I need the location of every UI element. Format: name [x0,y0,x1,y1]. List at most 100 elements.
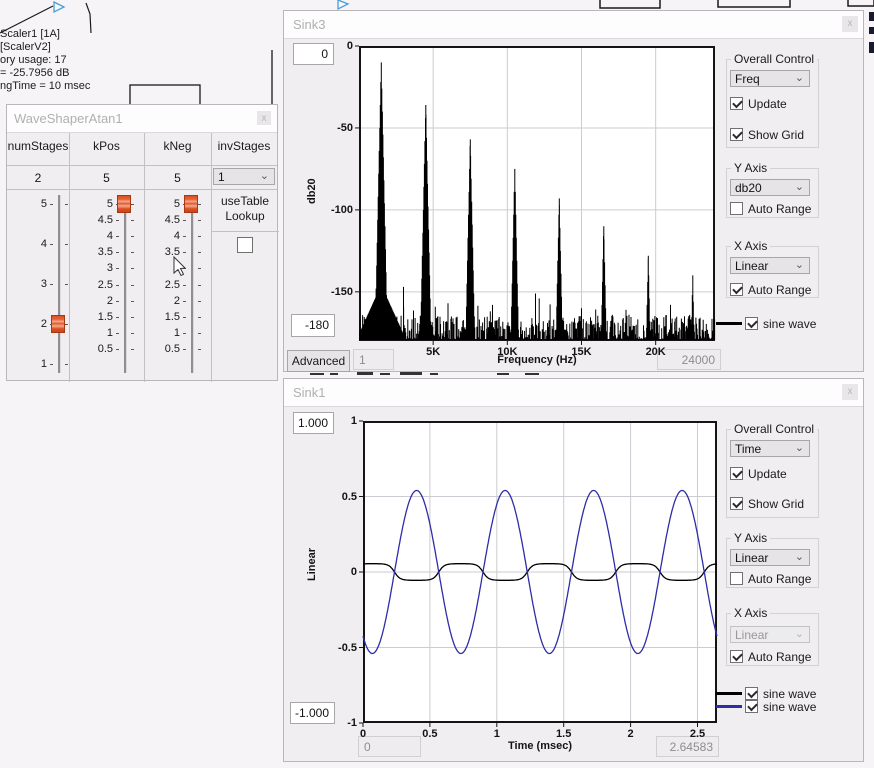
slider-tick-mark [183,285,186,286]
row-divider [7,165,277,166]
y-auto-range-checkbox[interactable] [730,202,743,215]
y-axis-group-label: Y Axis [731,161,770,175]
waveshaper-titlebar[interactable]: WaveShaperAtan1 x [7,105,277,133]
pin-arrow-icon [54,2,64,12]
slider-tick-label: 2 [17,318,47,330]
slider-tick-label: 1 [17,358,47,370]
slider-tick-mark [131,349,134,350]
slider-tick-label: 1 [83,327,113,339]
invstages-dropdown[interactable]: 1 ⌄ [213,168,275,185]
waveshaper-title: WaveShaperAtan1 [14,111,123,126]
slider-tick-mark [198,220,201,221]
y-auto-range-checkbox[interactable] [730,572,743,585]
slider-tick-label: 3 [83,262,113,274]
x-axis-value: Linear [735,628,768,642]
overall-control-group: Overall Control Time ⌄ Update Show Grid [726,429,819,518]
y-tick-label: 0.5 [319,491,357,503]
slider-tick-label: 0.5 [83,343,113,355]
overall-control-dropdown[interactable]: Freq ⌄ [730,70,810,87]
update-checkbox[interactable] [730,97,743,110]
show-grid-checkbox[interactable] [730,497,743,510]
row-divider [7,189,277,190]
slider-tick-mark [131,204,134,205]
x-auto-range-checkbox[interactable] [730,650,743,663]
slider-tick-mark [65,244,68,245]
module-info-text: = -25.7956 dB [0,67,69,79]
slider-tick-mark [65,324,68,325]
sink1-plot [363,421,717,723]
x-tick-label: 1 [473,728,521,740]
slider-tick-label: 2 [150,295,180,307]
update-checkbox[interactable] [730,467,743,480]
slider-tick-mark [131,236,134,237]
x-axis-group-label: X Axis [731,606,770,620]
y-axis-value: Linear [735,551,768,565]
sink1-titlebar[interactable]: Sink1 x [284,379,863,407]
legend-series-label: sine wave [763,687,816,701]
advanced-button[interactable]: Advanced [287,350,350,372]
x-auto-range-checkbox[interactable] [730,283,743,296]
slider-tick-mark [131,333,134,334]
slider-tick-mark [131,268,134,269]
kPos-slider-handle[interactable] [117,195,131,213]
slider-tick-mark [183,236,186,237]
slider-tick-mark [116,268,119,269]
sink3-title: Sink3 [293,17,326,32]
slider-tick-label: 3.5 [83,246,113,258]
overall-control-group: Overall Control Freq ⌄ Update Show Grid [726,59,819,148]
kNeg-slider-handle[interactable] [184,195,198,213]
show-grid-label: Show Grid [748,497,804,511]
close-icon[interactable]: x [257,111,271,125]
waveshaper-panel: WaveShaperAtan1 x numStages kPos kNeg in… [6,104,278,381]
chevron-down-icon: ⌄ [795,441,804,454]
slider-tick-label: 4 [83,230,113,242]
legend-series-checkbox[interactable] [745,687,758,700]
kpos-value: 5 [69,171,144,185]
y-axis-dropdown[interactable]: db20 ⌄ [730,179,810,196]
slider-tick-label: 4.5 [83,214,113,226]
x-axis-dropdown[interactable]: Linear ⌄ [730,257,810,274]
x-axis-dropdown[interactable]: Linear ⌄ [730,626,810,643]
x-tick-label: 2 [607,728,655,740]
legend-series-checkbox[interactable] [745,700,758,713]
use-table-lookup-checkbox[interactable] [237,237,253,253]
slider-tick-label: 1.5 [150,311,180,323]
slider-tick-mark [116,285,119,286]
x-tick-label: 0 [339,728,387,740]
legend-series-label: sine wave [763,700,816,714]
close-icon[interactable]: x [842,384,858,400]
column-header-numstages: numStages [7,139,69,153]
sink3-xmin-field[interactable]: 1 [353,349,394,370]
update-label: Update [748,97,787,111]
legend-series-checkbox[interactable] [745,317,758,330]
slider-tick-mark [183,301,186,302]
x-axis-group: X Axis Linear ⌄ Auto Range [726,246,819,298]
slider-tick-label: 1 [150,327,180,339]
numStages-slider-handle[interactable] [51,315,65,333]
slider-tick-label: 2.5 [83,279,113,291]
y-axis-value: db20 [735,181,762,195]
kPos-slider-track[interactable] [124,195,127,373]
y-axis-dropdown[interactable]: Linear ⌄ [730,549,810,566]
numStages-slider-track[interactable] [58,195,61,373]
chevron-down-icon: ⌄ [795,627,804,640]
close-icon[interactable]: x [842,16,858,32]
kNeg-slider-track[interactable] [191,195,194,373]
sink1-window: Sink1 x 1.000 -1.000 Linear 0 Time (msec… [283,378,864,762]
overall-control-dropdown[interactable]: Time ⌄ [730,440,810,457]
slider-tick-mark [50,284,53,285]
sink1-x-axis-label: Time (msec) [440,740,640,752]
y-tick-label: 0 [315,40,353,52]
show-grid-checkbox[interactable] [730,128,743,141]
sink3-ymin-field[interactable]: -180 [291,314,335,337]
slider-tick-mark [131,317,134,318]
legend-line-sample [716,692,742,695]
module-info-text: ngTime = 10 msec [0,80,90,92]
y-tick-label: -150 [315,286,353,298]
legend-line-sample [716,322,742,325]
sink3-titlebar[interactable]: Sink3 x [284,11,863,39]
column-divider [211,133,212,382]
slider-tick-mark [131,301,134,302]
y-axis-group-label: Y Axis [731,531,770,545]
chevron-down-icon: ⌄ [795,71,804,84]
